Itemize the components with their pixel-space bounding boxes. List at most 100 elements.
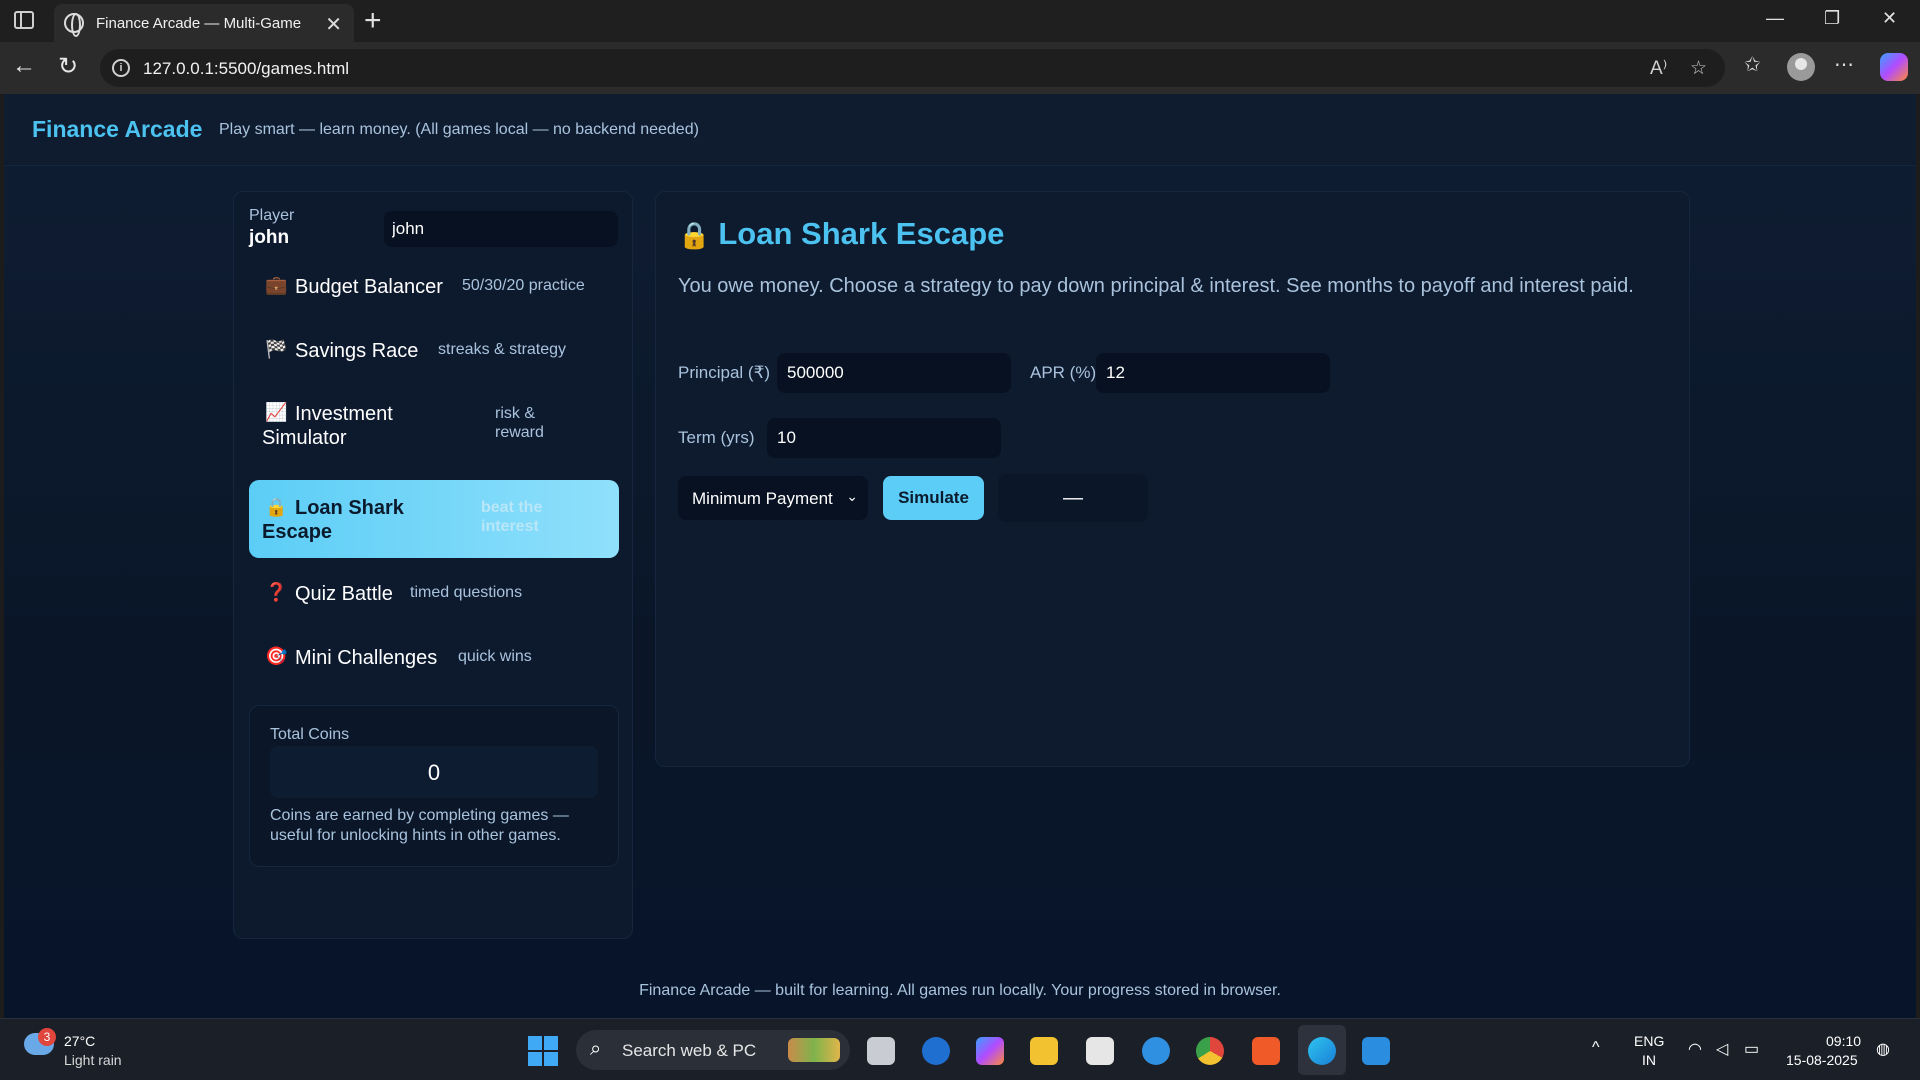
simulate-button[interactable]: Simulate (883, 476, 984, 520)
game-item-quiz-battle[interactable]: ❓ Quiz Battle timed questions (249, 570, 619, 614)
search-placeholder: Search web & PC (622, 1041, 757, 1060)
chrome-icon[interactable] (1196, 1037, 1224, 1065)
taskbar-search[interactable]: ⌕ Search web & PC (576, 1030, 850, 1070)
footer-text: Finance Arcade — built for learning. All… (639, 982, 1281, 999)
url-text: 127.0.0.1:5500/games.html (143, 59, 350, 78)
clock-time[interactable]: 09:10 (1826, 1033, 1861, 1049)
coins-value: 0 (427, 760, 441, 785)
game-item-investment-simulator[interactable]: 📈 Investment Simulator risk & reward (249, 392, 619, 462)
game-description: You owe money. Choose a strategy to pay … (678, 275, 1634, 297)
apr-label: APR (%) (1030, 363, 1097, 382)
coins-card: Total Coins 0 Coins are earned by comple… (249, 705, 619, 867)
briefcase-icon: 💼 (265, 275, 288, 295)
chevron-up-icon[interactable]: ^ (1592, 1039, 1600, 1057)
profile-avatar[interactable] (1787, 53, 1815, 81)
close-tab-icon[interactable]: ✕ (325, 12, 342, 37)
game-name: Loan Shark Escape (262, 497, 404, 543)
result-display: — (998, 474, 1148, 522)
game-desc: 50/30/20 practice (462, 277, 585, 294)
coins-display: 0 (270, 746, 598, 798)
strategy-selected: Minimum Payment (692, 489, 833, 508)
game-name: Quiz Battle (295, 583, 393, 605)
game-item-mini-challenges[interactable]: 🎯 Mini Challenges quick wins (249, 634, 619, 678)
weather-badge: 3 (38, 1028, 56, 1046)
tab-title: Finance Arcade — Multi-Game (96, 15, 302, 32)
windows-start-icon[interactable] (528, 1036, 558, 1066)
edge-icon[interactable] (1308, 1037, 1336, 1065)
game-name: Savings Race (295, 340, 419, 362)
browser-tab-bar: Finance Arcade — Multi-Game ✕ + — ❐ ✕ (0, 0, 1920, 42)
header-tagline: Play smart — learn money. (All games loc… (219, 121, 699, 138)
term-label: Term (yrs) (678, 428, 755, 447)
target-icon: 🎯 (265, 646, 288, 666)
hp-icon[interactable] (922, 1037, 950, 1065)
clock-date[interactable]: 15-08-2025 (1786, 1052, 1858, 1068)
game-panel: 🔒 Loan Shark Escape You owe money. Choose… (655, 191, 1690, 767)
game-item-budget-balancer[interactable]: 💼 Budget Balancer 50/30/20 practice (249, 264, 619, 308)
player-label: Player (249, 207, 295, 224)
browser-tab[interactable]: Finance Arcade — Multi-Game ✕ (54, 4, 354, 42)
favorites-icon[interactable]: ✩ (1744, 52, 1761, 77)
apr-input[interactable] (1096, 353, 1330, 393)
task-view-icon[interactable] (867, 1037, 895, 1065)
reload-icon[interactable]: ↻ (58, 52, 78, 81)
globe-icon (64, 13, 84, 37)
principal-input[interactable] (777, 353, 1011, 393)
weather-desc: Light rain (64, 1052, 122, 1068)
weather-temp: 27°C (64, 1033, 96, 1049)
sidebar-toggle-icon[interactable] (14, 11, 34, 29)
chevron-down-icon: ⌄ (846, 488, 858, 504)
copilot-icon[interactable] (1880, 53, 1908, 81)
player-name: john (249, 227, 290, 248)
volume-icon[interactable]: ◁ (1716, 1039, 1728, 1059)
app-header: Finance Arcade Play smart — learn money.… (4, 94, 1916, 166)
game-item-savings-race[interactable]: 🏁 Savings Race streaks & strategy (249, 328, 619, 372)
term-input[interactable] (767, 418, 1001, 458)
favorite-star-icon[interactable]: ☆ (1690, 57, 1707, 80)
brand-logo-text[interactable]: Finance Arcade (32, 116, 202, 143)
game-name: Investment Simulator (262, 403, 393, 449)
help-icon[interactable] (1142, 1037, 1170, 1065)
game-desc: streaks & strategy (438, 341, 567, 358)
battery-icon[interactable]: ▭ (1744, 1039, 1759, 1059)
read-aloud-icon[interactable]: A⁾ (1650, 57, 1667, 80)
copilot-taskbar-icon[interactable] (976, 1037, 1004, 1065)
checkered-flag-icon: 🏁 (265, 339, 288, 359)
game-sidebar: Player john 💼 Budget Balancer 50/30/20 p… (233, 191, 633, 939)
coins-note: Coins are earned by completing games — u… (270, 807, 569, 844)
restore-icon[interactable]: ❐ (1824, 8, 1840, 29)
principal-label: Principal (₹) (678, 363, 771, 382)
wifi-icon[interactable]: ◠ (1688, 1039, 1702, 1059)
game-title: 🔒 Loan Shark Escape (678, 216, 1004, 252)
strategy-select[interactable]: Minimum Payment ⌄ (678, 476, 868, 520)
game-desc: timed questions (410, 584, 523, 601)
url-field[interactable]: i 127.0.0.1:5500/games.html A⁾ ☆ (100, 49, 1725, 87)
notification-icon[interactable]: ◍ (1876, 1039, 1890, 1059)
coins-label: Total Coins (270, 726, 350, 743)
game-desc: quick wins (458, 648, 532, 665)
player-name-input[interactable] (384, 211, 618, 247)
vscode-icon[interactable] (1362, 1037, 1390, 1065)
page: Finance Arcade Play smart — learn money.… (4, 94, 1916, 1018)
lock-icon: 🔒 (678, 220, 711, 250)
game-item-loan-shark-escape[interactable]: 🔒 Loan Shark Escape beat the interest (249, 480, 619, 558)
game-desc: beat the interest (481, 499, 543, 535)
language-top[interactable]: ENG (1634, 1033, 1664, 1049)
store-icon[interactable] (1086, 1037, 1114, 1065)
question-mark-icon: ❓ (265, 582, 288, 602)
back-icon[interactable]: ← (12, 52, 36, 80)
game-desc: risk & reward (495, 405, 544, 441)
windows-taskbar: 3 27°C Light rain ⌕ Search web & PC ^ EN… (0, 1018, 1920, 1080)
game-name: Mini Challenges (295, 647, 438, 669)
file-explorer-icon[interactable] (1030, 1037, 1058, 1065)
language-bottom[interactable]: IN (1642, 1052, 1656, 1068)
brave-icon[interactable] (1252, 1037, 1280, 1065)
game-title-text: Loan Shark Escape (718, 216, 1005, 251)
more-menu-icon[interactable]: ⋯ (1834, 52, 1854, 77)
close-window-icon[interactable]: ✕ (1882, 8, 1897, 29)
game-name: Budget Balancer (295, 276, 443, 298)
site-info-icon[interactable]: i (112, 59, 130, 77)
address-bar-row: ← ↻ i 127.0.0.1:5500/games.html A⁾ ☆ (0, 42, 1920, 94)
new-tab-icon[interactable]: + (364, 4, 382, 38)
minimize-icon[interactable]: — (1766, 8, 1784, 29)
